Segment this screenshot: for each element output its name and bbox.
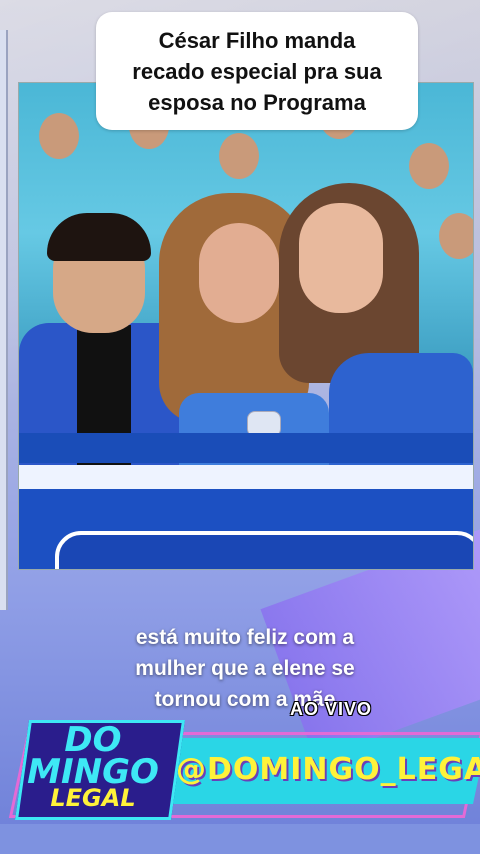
live-label: AO VIVO bbox=[290, 699, 373, 719]
audience-member bbox=[219, 133, 259, 179]
audience-member bbox=[39, 113, 79, 159]
bottom-strip bbox=[0, 824, 480, 854]
desk-stripe bbox=[19, 465, 473, 489]
desk-top bbox=[19, 433, 473, 463]
screen: César Filho manda recado especial pra su… bbox=[0, 0, 480, 854]
score-panel bbox=[55, 531, 473, 569]
logo-line-3: LEGAL bbox=[50, 784, 136, 812]
subtitle-line-2: mulher que a elene se bbox=[135, 657, 355, 680]
title-line-1: César Filho manda bbox=[158, 27, 356, 53]
title-line-3: esposa no Programa bbox=[148, 89, 366, 115]
subtitle-line-1: está muito feliz com a bbox=[135, 626, 355, 649]
video-frame[interactable] bbox=[18, 82, 474, 570]
side-edge bbox=[0, 30, 8, 610]
title-line-2: recado especial pra sua bbox=[132, 58, 382, 84]
woman-hugging-figure bbox=[269, 183, 473, 523]
show-logo: DO MINGO LEGAL bbox=[8, 714, 186, 824]
title-card: César Filho manda recado especial pra su… bbox=[96, 12, 418, 130]
social-handle[interactable]: @DOMINGO_LEGAL bbox=[176, 752, 480, 787]
show-banner: @DOMINGO_LEGAL DO MINGO LEGAL bbox=[0, 720, 480, 824]
